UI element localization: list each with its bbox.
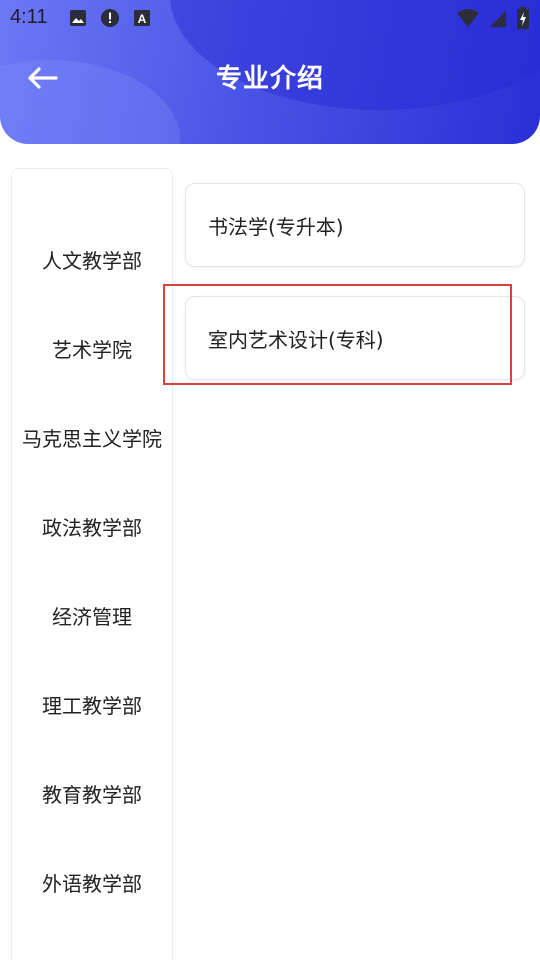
department-item[interactable]: 教育教学部 <box>12 763 172 823</box>
status-time: 4:11 <box>10 6 48 28</box>
department-list: 人文教学部 艺术学院 马克思主义学院 政法教学部 经济管理 理工教学部 教育教学… <box>11 168 173 960</box>
image-icon <box>70 10 86 26</box>
department-item[interactable]: 理工教学部 <box>12 674 172 734</box>
svg-text:A: A <box>138 12 147 26</box>
signal-icon <box>490 11 506 27</box>
department-item[interactable]: 经济管理 <box>12 585 172 645</box>
status-notification-icons: A <box>68 8 152 28</box>
department-item[interactable]: 艺术学院 <box>12 318 172 378</box>
status-system-icons <box>456 7 530 29</box>
major-item[interactable]: 书法学(专升本) <box>185 183 525 267</box>
battery-icon <box>517 7 529 29</box>
page: 4:11 A 专业介绍 人文教学部 艺术学院 马克思主义学院 政法教学部 经济管… <box>0 0 540 960</box>
status-bar: 4:11 A <box>0 0 540 36</box>
department-item[interactable]: 外语教学部 <box>12 852 172 912</box>
header: 4:11 A 专业介绍 <box>0 0 540 144</box>
alert-icon <box>101 9 119 27</box>
selection-highlight <box>163 284 512 385</box>
department-item[interactable]: 人文教学部 <box>12 229 172 289</box>
department-item[interactable]: 政法教学部 <box>12 496 172 556</box>
wifi-icon <box>457 9 479 27</box>
page-title: 专业介绍 <box>215 64 324 94</box>
a-box-icon: A <box>134 10 150 26</box>
department-item[interactable]: 马克思主义学院 <box>12 407 172 467</box>
